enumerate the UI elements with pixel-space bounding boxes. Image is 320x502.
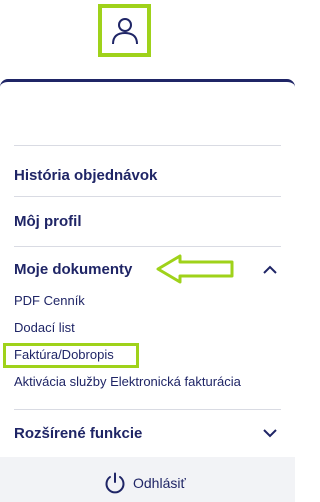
user-icon <box>112 18 138 45</box>
chevron-down-icon[interactable] <box>263 429 277 438</box>
menu-item-advanced-features[interactable]: Rozšírené funkcie <box>14 425 142 443</box>
menu-item-my-profile[interactable]: Môj profil <box>14 213 82 231</box>
submenu-item-delivery-note[interactable]: Dodací list <box>14 320 75 336</box>
arrow-annotation-icon <box>156 254 234 284</box>
power-icon <box>105 472 125 494</box>
logout-bar[interactable]: Odhlásiť <box>0 457 295 502</box>
logout-label: Odhlásiť <box>133 475 186 491</box>
top-bar <box>0 0 295 80</box>
divider <box>14 409 281 410</box>
menu-item-order-history[interactable]: História objednávok <box>14 167 157 185</box>
submenu-item-e-invoicing-activation[interactable]: Aktivácia služby Elektronická fakturácia <box>14 374 241 390</box>
divider <box>14 246 281 247</box>
user-account-button[interactable] <box>98 4 151 57</box>
divider <box>14 196 281 197</box>
menu-item-my-documents[interactable]: Moje dokumenty <box>14 261 132 279</box>
submenu-item-invoice-credit-note[interactable]: Faktúra/Dobropis <box>14 347 114 363</box>
submenu-item-pdf-price-list[interactable]: PDF Cenník <box>14 293 85 309</box>
chevron-up-icon[interactable] <box>263 265 277 274</box>
divider <box>14 145 281 146</box>
